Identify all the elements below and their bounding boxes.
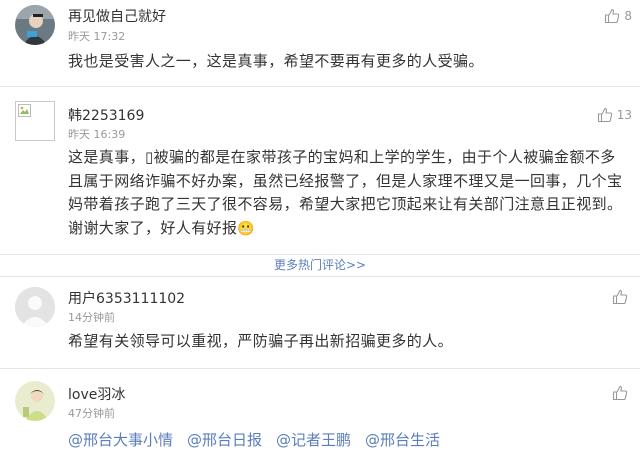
like-count: 13	[616, 108, 632, 122]
more-hot-comments-link[interactable]: 更多热门评论>>	[0, 256, 640, 273]
comment-item: 再见做自己就好 昨天 17:32 我也是受害人之一，这是真事，希望不要再有更多的…	[0, 0, 640, 86]
avatar-photo-icon	[15, 5, 55, 45]
user-avatar[interactable]	[15, 101, 55, 141]
default-avatar-icon	[15, 287, 55, 327]
comment-text-body: 这是真事，▯被骗的都是在家带孩子的宝妈和上学的学生，由于个人被骗金额不多且属于网…	[68, 148, 623, 237]
comment-time: 14分钟前	[68, 311, 115, 324]
comment-time: 47分钟前	[68, 407, 115, 420]
comment-item: 用户6353111102 14分钟前 希望有关领导可以重视，严防骗子再出新招骗更…	[0, 277, 640, 369]
like-count: 8	[624, 9, 632, 23]
comment-item: love羽冰 47分钟前 @邢台大事小情 @邢台日报 @记者王鹏 @邢台生活	[0, 369, 640, 453]
mention-link[interactable]: @记者王鹏	[276, 431, 351, 449]
thumbs-up-icon	[612, 385, 628, 401]
comment-text: 希望有关领导可以重视，严防骗子再出新招骗更多的人。	[68, 332, 454, 350]
comment-username[interactable]: 用户6353111102	[68, 288, 185, 308]
like-button[interactable]	[612, 289, 632, 305]
thumbs-up-icon	[597, 107, 612, 123]
user-avatar[interactable]	[15, 381, 55, 421]
broken-image-icon	[18, 104, 31, 117]
comment-time: 昨天 17:32	[68, 30, 126, 43]
divider	[0, 254, 640, 255]
mention-link[interactable]: @邢台日报	[187, 431, 262, 449]
mention-tags: @邢台大事小情 @邢台日报 @记者王鹏 @邢台生活	[68, 429, 454, 450]
thumbs-up-icon	[605, 8, 620, 24]
emoji-icon: 😬	[237, 220, 256, 237]
comment-text: 这是真事，▯被骗的都是在家带孩子的宝妈和上学的学生，由于个人被骗金额不多且属于网…	[68, 146, 624, 241]
comment-username[interactable]: 再见做自己就好	[68, 6, 166, 26]
comment-item: 韩2253169 昨天 16:39 这是真事，▯被骗的都是在家带孩子的宝妈和上学…	[0, 87, 640, 257]
mention-link[interactable]: @邢台生活	[365, 431, 440, 449]
comment-username[interactable]: love羽冰	[68, 384, 125, 404]
comment-username[interactable]: 韩2253169	[68, 105, 144, 125]
comment-text: 我也是受害人之一，这是真事，希望不要再有更多的人受骗。	[68, 52, 484, 70]
user-avatar[interactable]	[15, 5, 55, 45]
like-button[interactable]: 13	[597, 107, 632, 123]
thumbs-up-icon	[612, 289, 628, 305]
avatar-photo-icon	[15, 381, 55, 421]
like-button[interactable]: 8	[604, 8, 632, 24]
comment-time: 昨天 16:39	[68, 128, 126, 141]
mention-link[interactable]: @邢台大事小情	[68, 431, 173, 449]
user-avatar[interactable]	[15, 287, 55, 327]
like-button[interactable]	[612, 385, 632, 401]
